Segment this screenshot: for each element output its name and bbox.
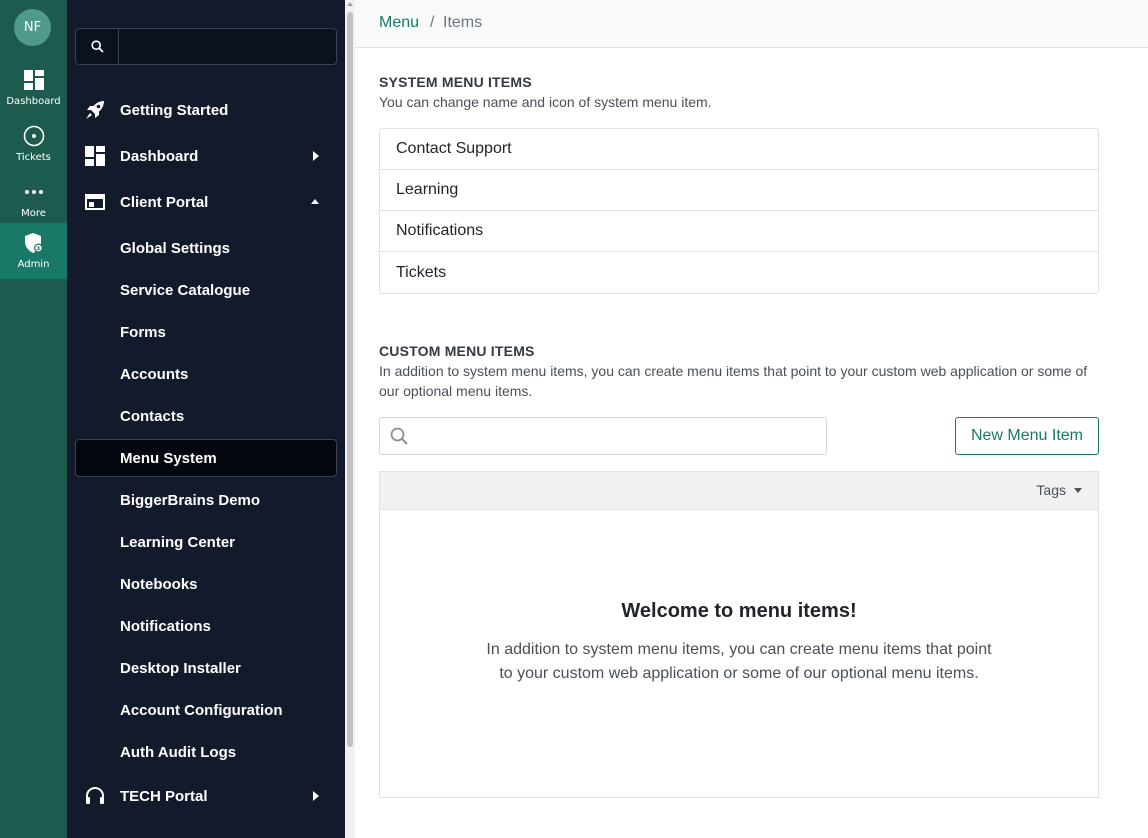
chevron-up-icon [311,199,319,204]
sidebar-item-biggerbrains-demo[interactable]: BiggerBrains Demo [75,481,337,519]
list-item[interactable]: Contact Support [380,129,1098,170]
sidebar-item-label: Notifications [120,617,211,635]
rail-item-admin[interactable]: Admin [0,223,67,279]
headset-icon [84,785,106,807]
tags-dropdown[interactable]: Tags [1036,482,1082,498]
sidebar-item-auth-audit-logs[interactable]: Auth Audit Logs [75,733,337,771]
sidebar-item-label: Forms [120,323,166,341]
rail-item-label: Tickets [16,152,51,163]
sidebar-item-getting-started[interactable]: Getting Started [75,91,337,129]
main-content: Menu / Items SYSTEM MENU ITEMS You can c… [355,0,1148,838]
sidebar-item-contacts[interactable]: Contacts [75,397,337,435]
custom-items-table: Tags Welcome to menu items! In addition … [379,471,1099,798]
app: NF Dashboard Tickets More Admin Getting … [0,0,1148,838]
sidebar-item-forms[interactable]: Forms [75,313,337,351]
system-menu-list: Contact Support Learning Notifications T… [379,128,1099,294]
sidebar-item-global-settings[interactable]: Global Settings [75,229,337,267]
sidebar-item-label: Dashboard [120,147,199,165]
rail-item-label: Dashboard [6,96,61,107]
table-header: Tags [380,472,1098,510]
sidebar-item-notebooks[interactable]: Notebooks [75,565,337,603]
custom-search-input[interactable] [418,419,818,453]
sidebar-item-label: Getting Started [120,101,229,119]
sidebar-item-label: Desktop Installer [120,659,241,677]
sidebar-search [75,28,337,65]
sidebar-item-notifications[interactable]: Notifications [75,607,337,645]
chevron-down-icon [1074,487,1082,493]
sidebar-item-label: Notebooks [120,575,198,593]
breadcrumb: Menu / Items [355,0,1148,48]
sidebar-item-tech-portal[interactable]: TECH Portal [75,777,337,815]
list-item[interactable]: Notifications [380,211,1098,252]
sidebar-item-label: Client Portal [120,193,209,211]
chevron-right-icon [313,151,319,161]
sidebar-item-label: Contacts [120,407,185,425]
breadcrumb-current: Items [443,14,483,31]
list-item[interactable]: Tickets [380,252,1098,293]
sidebar-item-label: Learning Center [120,533,236,551]
sidebar-item-label: Account Configuration [120,701,283,719]
sidebar-item-label: Global Settings [120,239,231,257]
system-section-title: SYSTEM MENU ITEMS [379,74,532,90]
breadcrumb-separator: / [430,14,435,31]
search-icon [390,427,408,449]
browser-window-icon [84,191,106,213]
rail-item-tickets[interactable]: Tickets [0,116,67,172]
sidebar-item-label: BiggerBrains Demo [120,491,261,509]
sidebar-item-label: TECH Portal [120,787,208,805]
avatar[interactable]: NF [14,9,51,46]
sidebar-item-partial[interactable] [75,823,337,838]
new-menu-item-button[interactable]: New Menu Item [955,417,1099,455]
custom-search [379,417,827,455]
scroll-up-arrow-icon[interactable] [347,2,353,6]
icon-rail: NF Dashboard Tickets More Admin [0,0,67,838]
chevron-right-icon [313,791,319,801]
rail-item-more[interactable]: More [0,172,67,228]
rail-item-label: Admin [17,259,50,270]
admin-shield-icon [24,231,44,255]
sidebar-item-label: Auth Audit Logs [120,743,237,761]
search-icon [76,29,119,64]
sidebar-item-account-configuration[interactable]: Account Configuration [75,691,337,729]
sidebar-item-label: Service Catalogue [120,281,251,299]
sidebar-item-desktop-installer[interactable]: Desktop Installer [75,649,337,687]
breadcrumb-menu-link[interactable]: Menu [379,14,419,32]
sidebar-item-dashboard[interactable]: Dashboard [75,137,337,175]
rocket-icon [84,99,106,121]
sidebar-scrollbar[interactable] [345,0,355,838]
partial-item-icon [84,831,106,838]
empty-state-title: Welcome to menu items! [621,600,857,622]
more-icon [24,180,44,204]
sidebar-item-label: Menu System [120,449,217,467]
sidebar-item-client-portal[interactable]: Client Portal [75,183,337,221]
list-item[interactable]: Learning [380,170,1098,211]
tags-label: Tags [1036,482,1066,498]
system-section-description: You can change name and icon of system m… [379,94,712,110]
sidebar-item-learning-center[interactable]: Learning Center [75,523,337,561]
rail-item-dashboard[interactable]: Dashboard [0,60,67,116]
sidebar-item-menu-system[interactable]: Menu System [75,439,337,477]
empty-state-text: In addition to system menu items, you ca… [486,641,992,682]
dashboard-icon [23,68,44,92]
dashboard-icon [84,145,106,167]
custom-section-description: In addition to system menu items, you ca… [379,363,1088,399]
sidebar-search-input[interactable] [120,29,334,64]
scrollbar-thumb[interactable] [347,12,353,747]
custom-section-title: CUSTOM MENU ITEMS [379,343,535,359]
sidebar-item-service-catalogue[interactable]: Service Catalogue [75,271,337,309]
tickets-icon [23,124,45,148]
sidebar-item-accounts[interactable]: Accounts [75,355,337,393]
sidebar-item-label: Accounts [120,365,189,383]
rail-item-label: More [21,208,46,219]
sidebar: Getting Started Dashboard Client Portal … [67,0,345,838]
